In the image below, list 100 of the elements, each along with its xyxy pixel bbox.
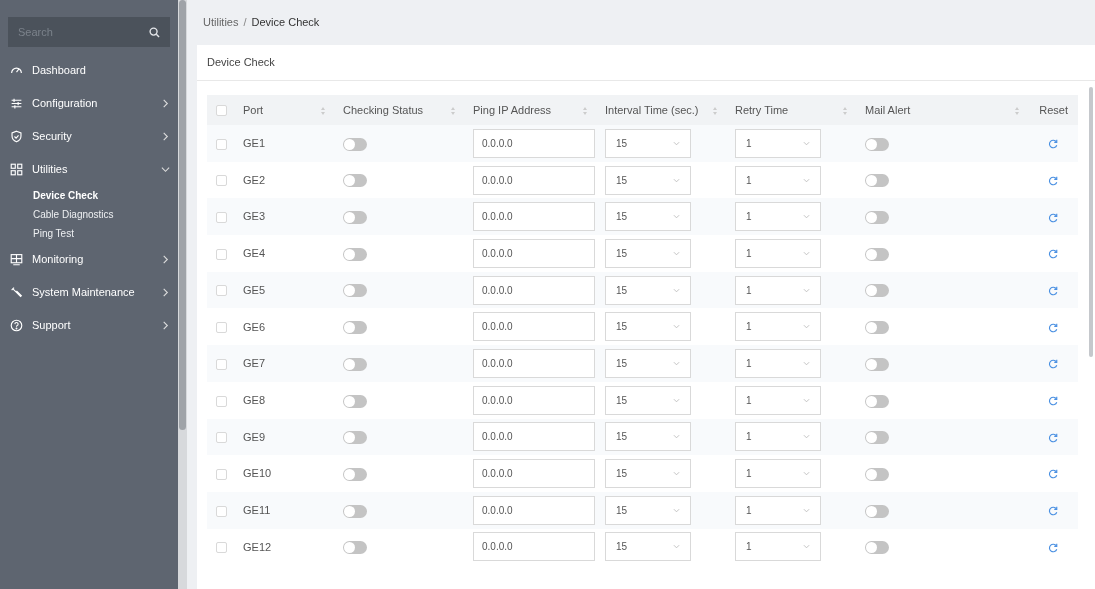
refresh-icon[interactable] <box>1048 506 1058 517</box>
checkbox[interactable] <box>216 432 227 444</box>
ip-address-field[interactable]: 0.0.0.0 <box>473 385 595 415</box>
dropdown[interactable]: 1 <box>735 532 821 562</box>
dropdown[interactable]: 1 <box>735 165 821 195</box>
dropdown[interactable]: 15 <box>605 312 691 342</box>
checkbox[interactable] <box>216 505 227 517</box>
submenu-item[interactable]: Ping Test <box>0 224 178 243</box>
dropdown[interactable]: 15 <box>605 532 691 562</box>
dropdown[interactable]: 1 <box>735 275 821 305</box>
toggle-switch[interactable] <box>865 284 889 298</box>
refresh-icon[interactable] <box>1048 322 1058 333</box>
toggle-switch[interactable] <box>343 504 367 518</box>
toggle-switch[interactable] <box>343 394 367 408</box>
sort-icon[interactable] <box>321 106 325 115</box>
checkbox[interactable] <box>216 322 227 334</box>
toggle-switch[interactable] <box>343 211 367 225</box>
toggle-switch[interactable] <box>865 467 889 481</box>
toggle-switch[interactable] <box>865 174 889 188</box>
dropdown[interactable]: 1 <box>735 385 821 415</box>
refresh-icon[interactable] <box>1048 542 1058 553</box>
toggle-switch[interactable] <box>865 357 889 371</box>
ip-address-field[interactable]: 0.0.0.0 <box>473 495 595 525</box>
toggle-switch[interactable] <box>343 467 367 481</box>
toggle-switch[interactable] <box>343 357 367 371</box>
dropdown[interactable]: 15 <box>605 459 691 489</box>
refresh-icon[interactable] <box>1048 396 1058 406</box>
sidebar-scrollbar[interactable] <box>178 0 187 589</box>
ip-address-field[interactable]: 0.0.0.0 <box>473 459 595 489</box>
sort-icon[interactable] <box>1015 106 1020 115</box>
toggle-switch[interactable] <box>343 321 367 335</box>
toggle-switch[interactable] <box>343 137 367 151</box>
sort-icon[interactable] <box>451 106 455 115</box>
dropdown[interactable]: 15 <box>605 275 691 305</box>
refresh-icon[interactable] <box>1048 285 1058 296</box>
sort-icon[interactable] <box>713 106 717 115</box>
dropdown[interactable]: 15 <box>605 202 691 232</box>
refresh-icon[interactable] <box>1048 175 1058 186</box>
menu-item[interactable]: Utilities <box>0 153 178 186</box>
search-icon[interactable] <box>149 27 160 38</box>
checkbox[interactable] <box>216 105 227 117</box>
ip-address-field[interactable]: 0.0.0.0 <box>473 238 595 268</box>
toggle-switch[interactable] <box>865 394 889 408</box>
dropdown[interactable]: 1 <box>735 422 821 452</box>
menu-item[interactable]: Monitoring <box>0 243 178 276</box>
dropdown[interactable]: 15 <box>605 385 691 415</box>
submenu-item[interactable]: Device Check <box>0 186 178 205</box>
toggle-switch[interactable] <box>865 137 889 151</box>
menu-item[interactable]: Security <box>0 120 178 153</box>
refresh-icon[interactable] <box>1048 212 1058 223</box>
checkbox[interactable] <box>216 542 227 554</box>
dropdown[interactable]: 1 <box>735 495 821 525</box>
toggle-switch[interactable] <box>865 431 889 445</box>
breadcrumb-item[interactable]: Utilities <box>203 14 239 31</box>
dropdown[interactable]: 15 <box>605 495 691 525</box>
checkbox[interactable] <box>216 138 227 150</box>
refresh-icon[interactable] <box>1048 469 1058 480</box>
ip-address-field[interactable]: 0.0.0.0 <box>473 422 595 452</box>
dropdown[interactable]: 15 <box>605 238 691 268</box>
sort-icon[interactable] <box>843 106 847 115</box>
submenu-item[interactable]: Cable Diagnostics <box>0 205 178 224</box>
toggle-switch[interactable] <box>343 541 367 555</box>
refresh-icon[interactable] <box>1048 359 1058 370</box>
ip-address-field[interactable]: 0.0.0.0 <box>473 312 595 342</box>
ip-address-field[interactable]: 0.0.0.0 <box>473 532 595 562</box>
menu-item[interactable]: Support <box>0 309 178 342</box>
ip-address-field[interactable]: 0.0.0.0 <box>473 275 595 305</box>
menu-item[interactable]: Dashboard <box>0 54 178 87</box>
dropdown[interactable]: 1 <box>735 128 821 158</box>
toggle-switch[interactable] <box>865 247 889 261</box>
checkbox[interactable] <box>216 395 227 407</box>
toggle-switch[interactable] <box>343 284 367 298</box>
dropdown[interactable]: 1 <box>735 459 821 489</box>
refresh-icon[interactable] <box>1048 249 1058 260</box>
ip-address-field[interactable]: 0.0.0.0 <box>473 202 595 232</box>
refresh-icon[interactable] <box>1048 139 1058 150</box>
ip-address-field[interactable]: 0.0.0.0 <box>473 165 595 195</box>
ip-address-field[interactable]: 0.0.0.0 <box>473 128 595 158</box>
checkbox[interactable] <box>216 358 227 370</box>
dropdown[interactable]: 1 <box>735 312 821 342</box>
dropdown[interactable]: 1 <box>735 238 821 268</box>
checkbox[interactable] <box>216 468 227 480</box>
dropdown[interactable]: 15 <box>605 348 691 378</box>
toggle-switch[interactable] <box>865 504 889 518</box>
dropdown[interactable]: 1 <box>735 348 821 378</box>
dropdown[interactable]: 15 <box>605 422 691 452</box>
ip-address-field[interactable]: 0.0.0.0 <box>473 348 595 378</box>
refresh-icon[interactable] <box>1048 432 1058 443</box>
toggle-switch[interactable] <box>343 431 367 445</box>
toggle-switch[interactable] <box>343 247 367 261</box>
menu-item[interactable]: Configuration <box>0 87 178 120</box>
dropdown[interactable]: 15 <box>605 128 691 158</box>
toggle-switch[interactable] <box>865 211 889 225</box>
checkbox[interactable] <box>216 248 227 260</box>
toggle-switch[interactable] <box>865 541 889 555</box>
menu-item[interactable]: System Maintenance <box>0 276 178 309</box>
toggle-switch[interactable] <box>343 174 367 188</box>
dropdown[interactable]: 15 <box>605 165 691 195</box>
sort-icon[interactable] <box>583 106 587 115</box>
checkbox[interactable] <box>216 212 227 224</box>
